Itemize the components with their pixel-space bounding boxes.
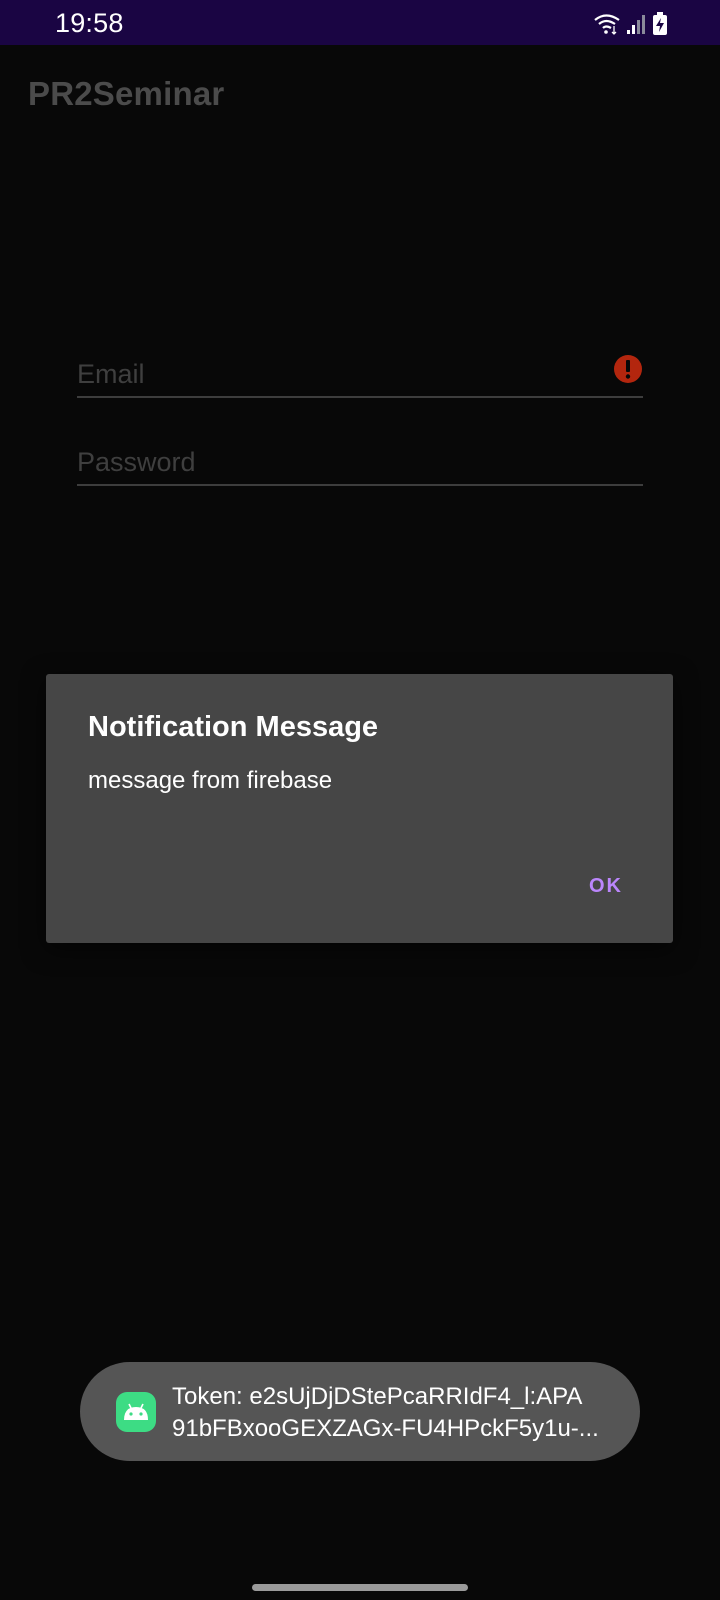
- android-app-icon: [116, 1392, 156, 1432]
- toast-text: Token: e2sUjDjDStePcaRRIdF4_l:APA 91bFBx…: [172, 1381, 612, 1445]
- wifi-icon: [594, 13, 620, 35]
- signal-icon: [626, 13, 646, 35]
- notification-dialog: Notification Message message from fireba…: [46, 674, 673, 943]
- ok-button[interactable]: OK: [589, 870, 623, 902]
- email-placeholder: Email: [77, 359, 145, 389]
- dialog-title: Notification Message: [88, 711, 379, 743]
- phone-screen: 19:58 PR2Seminar Email Password Notifica…: [0, 0, 720, 1600]
- dialog-message: message from firebase: [88, 767, 333, 794]
- password-field[interactable]: Password: [77, 440, 643, 486]
- status-icons: [594, 12, 668, 36]
- status-time: 19:58: [55, 8, 124, 38]
- battery-charging-icon: [652, 12, 668, 36]
- error-icon: [613, 354, 643, 384]
- password-placeholder: Password: [77, 447, 196, 477]
- token-toast: Token: e2sUjDjDStePcaRRIdF4_l:APA 91bFBx…: [80, 1362, 640, 1461]
- app-title: PR2Seminar: [28, 75, 225, 112]
- email-field[interactable]: Email: [77, 352, 643, 398]
- status-bar: 19:58: [0, 0, 720, 45]
- toast-line-2: 91bFBxooGEXZAGx-FU4HPckF5y1u-...: [172, 1415, 599, 1442]
- gesture-handle[interactable]: [252, 1584, 468, 1591]
- toast-line-1: Token: e2sUjDjDStePcaRRIdF4_l:APA: [172, 1383, 583, 1410]
